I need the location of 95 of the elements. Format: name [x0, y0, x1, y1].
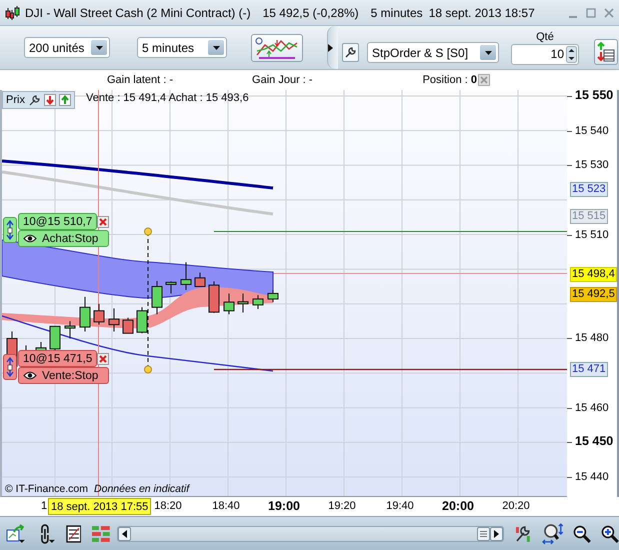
candlestick — [136, 306, 148, 334]
chart-export-icon[interactable] — [6, 524, 26, 544]
zoom-out-icon[interactable] — [573, 524, 592, 542]
price-tag: 15 498,4 — [570, 266, 617, 282]
candlestick — [94, 303, 104, 326]
bid-ask-text: Vente : 15 491,4 Achat : 15 493,6 — [86, 92, 249, 104]
time-axis-label: 19:20 — [328, 500, 356, 512]
order-type-label[interactable]: Vente:Stop — [18, 367, 110, 384]
caret-icon[interactable] — [212, 46, 220, 50]
position-label: Position : — [422, 74, 468, 86]
window-title: DJI - Wall Street Cash (2 Mini Contract) (-) — [25, 6, 251, 20]
scroll-thumb[interactable] — [476, 526, 490, 540]
candlestick — [252, 294, 264, 310]
horizontal-scrollbar[interactable] — [117, 526, 504, 542]
price-tag: 15 492,5 — [570, 287, 617, 302]
price-change-text: 15 492,5 (-0,28%) — [262, 6, 359, 20]
candlestick — [166, 280, 176, 294]
drag-handle-icon[interactable] — [3, 217, 17, 243]
order-list-button[interactable] — [594, 38, 618, 64]
settings-button[interactable] — [342, 43, 359, 62]
candlestick — [268, 289, 278, 303]
order-type-dropdown[interactable]: StpOrder & S [S0] — [367, 42, 499, 63]
order-price-label[interactable]: 10@15 510,7 — [18, 213, 98, 230]
down-arrow-icon[interactable] — [44, 94, 56, 106]
price-axis-label: 15 550 — [575, 89, 614, 101]
candlestick-icon — [5, 4, 21, 20]
candlestick — [238, 292, 248, 313]
order-type-label[interactable]: Achat:Stop — [18, 230, 110, 247]
candlestick — [208, 280, 220, 314]
indicators-button[interactable] — [251, 34, 303, 62]
eye-icon — [23, 371, 37, 380]
up-arrow-icon[interactable] — [58, 94, 71, 106]
price-tag: 15 515 — [570, 209, 608, 224]
price-axis-label: 15 450 — [575, 435, 614, 448]
price-axis-label: 15 480 — [575, 332, 609, 344]
price-axis-label: 15 510 — [575, 228, 609, 241]
close-position-icon[interactable] — [478, 74, 490, 86]
candlestick — [122, 317, 134, 334]
grip-icon — [480, 530, 487, 536]
datetime-text: 18 sept. 2013 18:57 — [428, 6, 535, 20]
wrench-icon — [344, 46, 357, 59]
candlestick — [152, 280, 162, 315]
cursor-time-label: 18 sept. 2013 17:55 — [48, 498, 152, 515]
caret-icon[interactable] — [96, 46, 102, 50]
price-tag: 15 523 — [570, 182, 608, 197]
disclaimer-text: Données en indicatif — [94, 483, 190, 495]
right-arrow-icon — [494, 530, 499, 538]
quantity-label: Qté — [536, 30, 554, 44]
quantity-field[interactable]: 10 — [511, 44, 579, 64]
candlestick — [180, 262, 192, 290]
time-axis-label: 19:40 — [386, 500, 414, 512]
price-axis-label: 15 540 — [575, 124, 609, 137]
price-label: Prix — [6, 94, 25, 106]
order-link-drawing[interactable] — [144, 228, 152, 374]
scroll-left-button[interactable] — [118, 526, 132, 540]
price-axis-label: 15 460 — [575, 402, 609, 414]
order-list-icon — [597, 42, 615, 62]
price-axis-label: 15 530 — [575, 159, 609, 172]
indicator-chart-icon — [255, 36, 299, 58]
unrealized-gain-text: Gain latent : - — [107, 74, 174, 86]
units-dropdown[interactable]: 200 unités — [24, 37, 110, 58]
price-tag: 15 471 — [570, 362, 608, 377]
interval-text: 5 minutes — [370, 6, 423, 20]
time-axis-label: 20:00 — [442, 499, 474, 513]
scroll-right-button[interactable] — [490, 526, 503, 540]
caret-icon[interactable] — [484, 50, 492, 54]
time-axis-label: 18:40 — [212, 500, 240, 512]
candlestick — [108, 308, 120, 332]
candlestick — [80, 296, 90, 332]
cancel-order-icon[interactable] — [97, 352, 110, 364]
list-icon[interactable] — [66, 524, 82, 542]
time-axis-label: 20:20 — [502, 500, 530, 512]
grid-icon[interactable] — [91, 524, 112, 542]
drag-handle-icon[interactable] — [3, 354, 17, 380]
copyright-text: © IT-Finance.com — [5, 483, 88, 495]
zoom-in-icon[interactable] — [601, 524, 619, 542]
candlestick — [194, 272, 206, 288]
price-axis-label: 15 440 — [575, 471, 609, 484]
time-axis-label: 18:20 — [154, 500, 182, 512]
spinner-icon[interactable] — [566, 46, 577, 62]
period-dropdown[interactable]: 5 minutes — [137, 37, 227, 58]
chart-settings-icon[interactable] — [514, 524, 532, 544]
zoom-fit-icon[interactable] — [542, 522, 564, 544]
eye-icon — [23, 234, 37, 243]
position-value: 0 — [470, 74, 477, 86]
candlestick — [64, 320, 76, 339]
order-price-label[interactable]: 10@15 471,5 — [18, 350, 98, 367]
collapse-arrow-icon[interactable] — [328, 44, 333, 52]
candlestick — [224, 292, 234, 315]
left-arrow-icon — [122, 530, 128, 538]
cancel-order-icon[interactable] — [97, 216, 110, 228]
daily-gain-text: Gain Jour : - — [252, 74, 313, 86]
time-axis-label: 1 — [41, 500, 48, 512]
time-axis-label: 19:00 — [268, 499, 300, 513]
settings-icon[interactable] — [28, 94, 41, 106]
